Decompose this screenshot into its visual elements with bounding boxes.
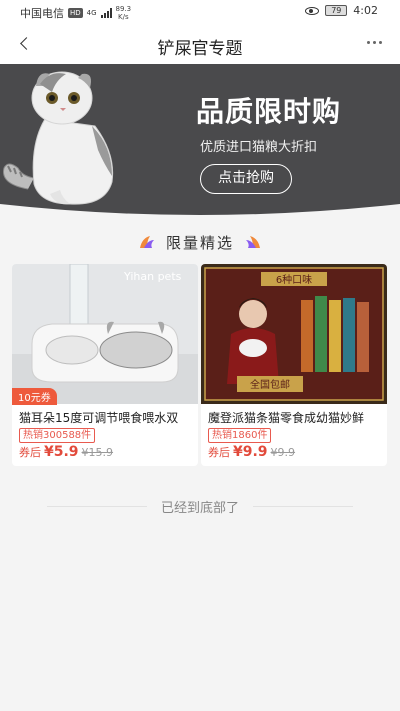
- cat-illustration: [3, 71, 114, 205]
- battery-level: 79: [331, 6, 342, 15]
- product-card[interactable]: Yihan pets 10元券 猫耳朵15度可调节喂食喂水双 热销300588件…: [12, 264, 198, 466]
- network-type: 4G: [86, 9, 97, 17]
- status-bar: 中国电信 HD 4G 89.3 K/s 79 4:02: [0, 0, 400, 24]
- original-price: ¥9.9: [270, 446, 296, 459]
- end-of-list-text: 已经到底部了: [160, 500, 239, 516]
- flame-icon-left: [139, 236, 154, 248]
- section-header: 限量精选: [0, 230, 400, 254]
- sales-badge: 热销1860件: [208, 428, 272, 443]
- price: ¥9.9: [233, 444, 268, 460]
- eye-icon: [305, 6, 320, 15]
- price-label: 券后: [19, 446, 41, 459]
- page-title: 铲屎官专题: [157, 39, 243, 59]
- coupon-tag: 10元券: [12, 388, 57, 405]
- product-name: 猫耳朵15度可调节喂食喂水双: [19, 411, 179, 425]
- battery-icon: 79: [325, 5, 348, 16]
- price: ¥5.9: [44, 444, 79, 460]
- signal-icon: [100, 8, 112, 18]
- shipping-text: 全国包邮: [250, 378, 290, 391]
- clock: 4:02: [353, 4, 378, 17]
- speed-value: 89.3: [115, 5, 132, 13]
- nav-bar: 铲屎官专题: [0, 24, 400, 64]
- product-card[interactable]: 6种口味 全国包邮 魔登派猫条猫零食成幼猫妙鲜 热销1860件 券后 ¥9.9 …: [201, 264, 387, 466]
- speed-unit: K/s: [118, 13, 129, 21]
- flavor-count-text: 6种口味: [276, 273, 312, 286]
- product-image: 6种口味 全国包邮: [201, 264, 387, 404]
- divider: [253, 505, 353, 507]
- original-price: ¥15.9: [81, 446, 114, 459]
- buy-now-button[interactable]: 点击抢购: [200, 164, 292, 194]
- more-options-icon[interactable]: [367, 41, 382, 44]
- end-of-list: 已经到底部了: [24, 496, 376, 516]
- section-title: 限量精选: [165, 233, 234, 252]
- sales-badge: 热销300588件: [19, 428, 96, 443]
- network-speed: 89.3 K/s: [116, 5, 132, 21]
- product-image: Yihan pets: [12, 264, 198, 404]
- status-right: 79 4:02: [305, 4, 378, 17]
- price-row: 券后 ¥9.9 ¥9.9: [208, 444, 295, 460]
- promo-banner[interactable]: 品质限时购 优质进口猫粮大折扣 点击抢购: [0, 64, 400, 219]
- divider: [46, 505, 147, 507]
- product-name: 魔登派猫条猫零食成幼猫妙鲜: [208, 411, 365, 425]
- carrier-name: 中国电信: [20, 7, 64, 20]
- price-label: 券后: [208, 446, 230, 459]
- hd-badge: HD: [68, 8, 83, 18]
- flame-icon-right: [246, 236, 260, 248]
- banner-subtitle: 优质进口猫粮大折扣: [200, 140, 318, 155]
- banner-title: 品质限时购: [196, 95, 342, 128]
- price-row: 券后 ¥5.9 ¥15.9: [19, 444, 113, 460]
- brand-text: Yihan pets: [123, 270, 182, 283]
- status-left: 中国电信 HD 4G 89.3 K/s: [20, 5, 131, 21]
